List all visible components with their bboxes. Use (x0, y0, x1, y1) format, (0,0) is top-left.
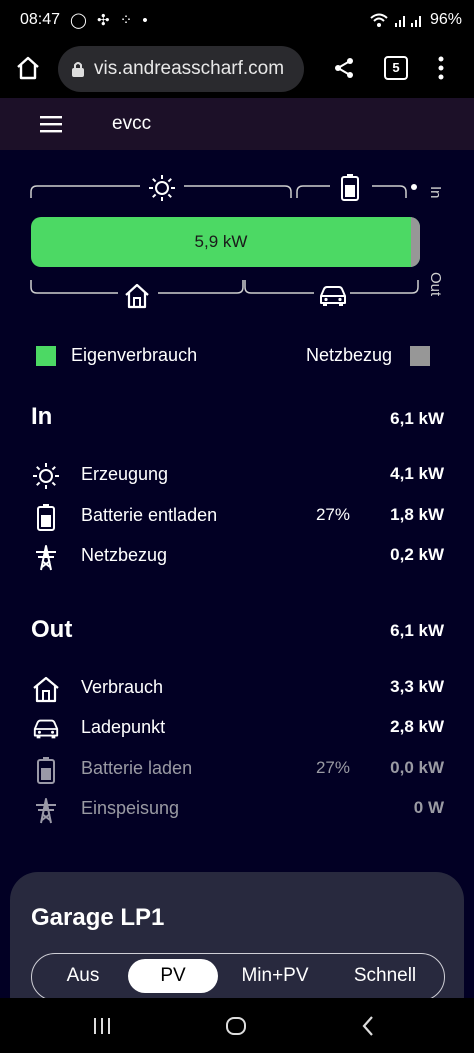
power-tower-icon (36, 798, 56, 824)
tab-switcher-button[interactable]: 5 (384, 56, 408, 80)
row-netzbezug: Netzbezug 0,2 kW (0, 539, 474, 573)
recent-apps-icon[interactable] (90, 1014, 114, 1038)
in-total: 6,1 kW (390, 409, 444, 428)
out-side-label: Out (427, 272, 444, 297)
status-bar: 08:47 ◯ ✣ ⁘ • 96% (0, 0, 474, 40)
row-value: 2,8 kW (390, 717, 444, 736)
status-time: 08:47 (20, 11, 61, 28)
mode-pv-button[interactable]: PV (128, 959, 218, 993)
share-icon[interactable] (332, 56, 356, 80)
mode-selector: Aus PV Min+PV Schnell (31, 953, 445, 1001)
browser-toolbar: vis.andreasscharf.com 5 (0, 40, 474, 98)
row-einspeisung: Einspeisung 0 W (0, 792, 474, 826)
row-value: 3,3 kW (390, 677, 444, 696)
energy-bar-label: 5,9 kW (194, 232, 248, 251)
address-bar[interactable]: vis.andreasscharf.com (58, 46, 304, 92)
url-text: vis.andreasscharf.com (94, 58, 285, 79)
back-icon[interactable] (357, 1014, 381, 1038)
out-total: 6,1 kW (390, 621, 444, 640)
wifi-icon (370, 13, 388, 27)
row-label: Erzeugung (81, 464, 169, 484)
row-label: Netzbezug (81, 545, 168, 565)
signal-icon (394, 16, 421, 27)
battery-icon (37, 757, 55, 784)
app-header: evcc (0, 98, 474, 150)
sun-icon (33, 463, 59, 489)
row-percent: 27% (315, 505, 350, 524)
row-value: 0,0 kW (390, 758, 444, 777)
home-icon (125, 283, 149, 309)
sun-icon (149, 175, 175, 201)
row-value: 0 W (413, 798, 444, 817)
mode-aus-button[interactable]: Aus (40, 959, 126, 993)
home-nav-icon[interactable] (224, 1014, 248, 1038)
mode-minpv-button[interactable]: Min+PV (222, 959, 328, 993)
row-verbrauch: Verbrauch 3,3 kW (0, 671, 474, 705)
in-side-label: In (427, 186, 444, 199)
legend-grid-label: Netzbezug (306, 345, 393, 365)
battery-icon (37, 504, 55, 531)
more-menu-icon[interactable] (436, 54, 446, 82)
row-value: 1,8 kW (390, 505, 444, 524)
legend-self-consumption: Eigenverbrauch (36, 345, 197, 366)
car-icon (320, 286, 346, 306)
row-label: Einspeisung (81, 798, 180, 818)
row-batterie-entladen: Batterie entladen 27% 1,8 kW (0, 499, 474, 533)
legend-grid: Netzbezug (306, 345, 431, 366)
battery-percent: 96% (429, 11, 462, 28)
row-percent: 27% (315, 758, 350, 777)
row-label: Batterie entladen (81, 505, 218, 525)
row-value: 0,2 kW (390, 545, 444, 564)
row-value: 4,1 kW (390, 464, 444, 483)
energy-bar: 5,9 kW (31, 217, 420, 267)
notification-icons: ◯ ✣ ⁘ • (70, 12, 151, 29)
status-right: 96% (370, 11, 462, 29)
legend-swatch-gray (410, 345, 431, 366)
in-title: In (31, 403, 53, 430)
mode-schnell-button[interactable]: Schnell (332, 959, 438, 993)
legend-self-label: Eigenverbrauch (71, 345, 198, 365)
battery-icon (341, 174, 359, 201)
android-nav-bar (0, 998, 474, 1053)
home-icon[interactable] (14, 54, 42, 82)
hamburger-menu-icon[interactable] (40, 115, 62, 133)
row-label: Verbrauch (81, 677, 164, 697)
loadpoint-title: Garage LP1 (31, 904, 165, 931)
app-title: evcc (112, 113, 152, 134)
row-ladepunkt: Ladepunkt 2,8 kW (0, 711, 474, 745)
car-icon (33, 719, 59, 739)
row-label: Ladepunkt (81, 717, 166, 737)
power-tower-icon (36, 545, 56, 571)
row-batterie-laden: Batterie laden 27% 0,0 kW (0, 752, 474, 786)
row-label: Batterie laden (81, 758, 193, 778)
grid-segment (411, 217, 420, 267)
lock-icon (72, 62, 84, 77)
home-icon (33, 676, 59, 703)
legend-swatch-green (36, 345, 56, 366)
out-title: Out (31, 616, 73, 643)
row-erzeugung: Erzeugung 4,1 kW (0, 458, 474, 492)
